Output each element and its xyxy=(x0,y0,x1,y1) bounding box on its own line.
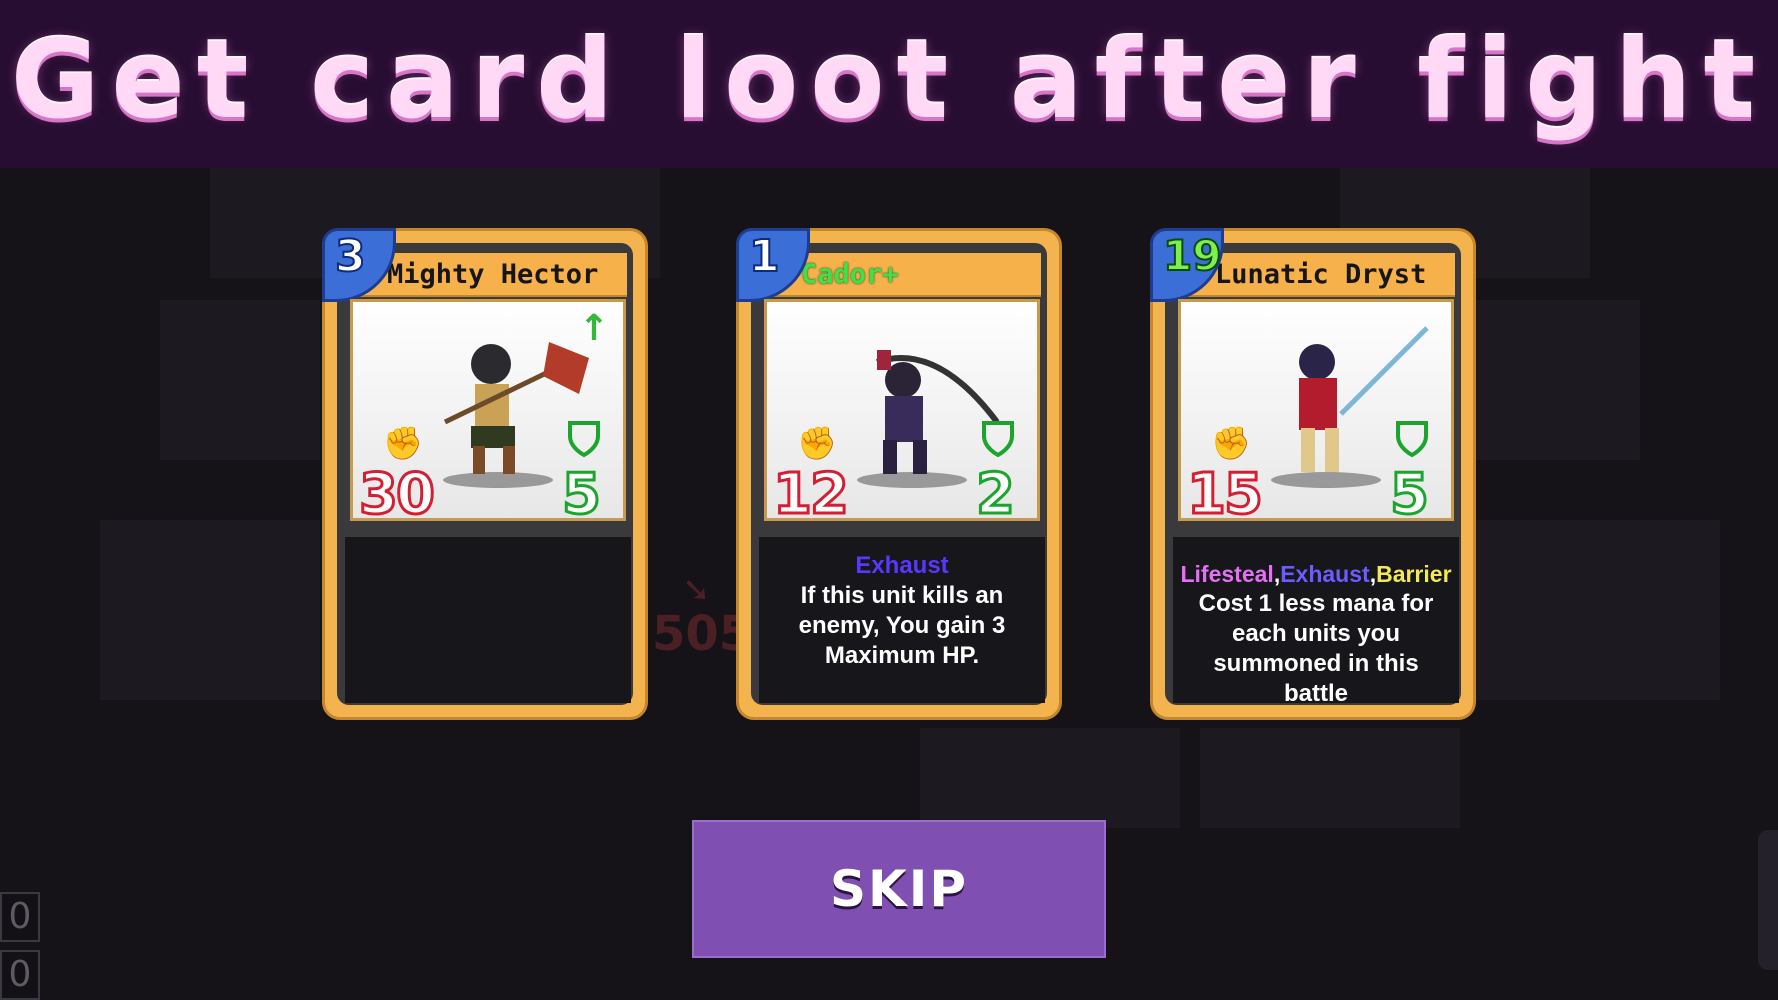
keyword-barrier: Barrier xyxy=(1376,561,1452,587)
loot-card-mighty-hector[interactable]: Mighty Hector 3 ↑ ✊ 30 5 xyxy=(322,228,648,720)
card-name: Mighty Hector xyxy=(387,259,599,290)
shield-icon xyxy=(1396,421,1428,458)
side-counter: 0 xyxy=(0,892,40,942)
mana-cost: 19 xyxy=(1162,230,1222,281)
card-art: ✊ 15 5 xyxy=(1178,299,1454,521)
board-tile xyxy=(920,728,1180,828)
keyword-lifesteal: Lifesteal xyxy=(1180,561,1274,587)
mana-cost: 3 xyxy=(334,230,367,283)
keyword-exhaust: Exhaust xyxy=(1280,561,1370,587)
card-description xyxy=(345,537,631,703)
side-counter: 0 xyxy=(0,950,40,1000)
board-tile xyxy=(1470,300,1640,460)
side-handle[interactable] xyxy=(1758,830,1778,970)
defense-value: 2 xyxy=(975,461,1017,521)
attack-value: 15 xyxy=(1186,461,1265,521)
title-banner: Get card loot after fight xyxy=(0,0,1778,168)
card-name: Cador+ xyxy=(801,259,899,290)
card-art: ↑ ✊ 30 5 xyxy=(350,299,626,521)
ghost-arrow-icon: ➘ xyxy=(682,570,711,610)
attack-icon: ✊ xyxy=(383,424,423,462)
attack-icon: ✊ xyxy=(1211,424,1251,462)
board-tile xyxy=(100,520,320,700)
attack-icon: ✊ xyxy=(797,424,837,462)
mana-cost: 1 xyxy=(748,230,781,283)
skip-button[interactable]: SKIP xyxy=(692,820,1106,958)
loot-card-lunatic-dryst[interactable]: Lunatic Dryst 19 ✊ 15 5 Lifesteal,Exhaus… xyxy=(1150,228,1476,720)
card-text: Cost 1 less mana for each units you summ… xyxy=(1198,590,1434,707)
board-tile xyxy=(160,300,320,460)
banner-title: Get card loot after fight xyxy=(10,17,1768,143)
board-tile xyxy=(1470,520,1720,700)
loot-card-cador[interactable]: Cador+ 1 ✊ 12 2 Exhaust If this unit kil… xyxy=(736,228,1062,720)
card-description: Lifesteal,Exhaust,Barrier Cost 1 less ma… xyxy=(1173,537,1459,707)
card-description: Exhaust If this unit kills an enemy, You… xyxy=(759,537,1045,703)
upgrade-arrow-icon: ↑ xyxy=(578,308,609,349)
defense-value: 5 xyxy=(1389,461,1431,521)
card-art: ✊ 12 2 xyxy=(764,299,1040,521)
attack-value: 12 xyxy=(772,461,851,521)
card-text: If this unit kills an enemy, You gain 3 … xyxy=(798,582,1006,669)
board-tile xyxy=(1200,728,1460,828)
keyword-exhaust: Exhaust xyxy=(855,552,949,579)
shield-icon xyxy=(568,421,600,458)
shield-icon xyxy=(982,421,1014,458)
defense-value: 5 xyxy=(561,461,603,521)
keyword-list: Lifesteal,Exhaust,Barrier xyxy=(1180,561,1452,587)
attack-value: 30 xyxy=(358,461,437,521)
card-name: Lunatic Dryst xyxy=(1215,259,1427,290)
